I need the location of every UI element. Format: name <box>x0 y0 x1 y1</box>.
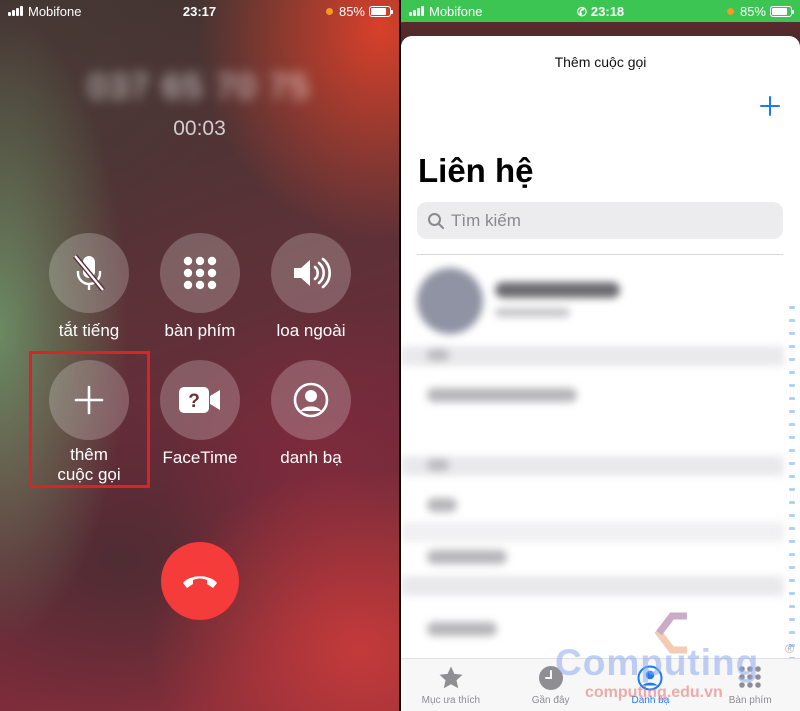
tab-keypad-label: Bàn phím <box>728 695 772 706</box>
mic-off-icon <box>49 233 129 313</box>
caller-number: 037 65 70 75 <box>88 68 311 106</box>
speaker-button[interactable]: loa ngoài <box>256 233 366 341</box>
tab-recents-label: Gần đây <box>531 695 570 706</box>
highlight-box <box>29 351 150 488</box>
section-header <box>401 576 784 596</box>
phone-icon: ✆ <box>576 4 587 19</box>
keypad-label: bàn phím <box>164 321 236 340</box>
tab-favorites[interactable]: Mục ưa thích <box>401 659 501 711</box>
status-bar-in-call[interactable]: Mobifone ✆ 23:18 85% <box>401 0 800 22</box>
search-icon <box>428 212 444 229</box>
my-card-name <box>495 282 620 298</box>
battery-percent: 85% <box>338 3 365 19</box>
contacts-sheet: Thêm cuộc gọi Liên hệ Tìm kiếm Mục ưa th… <box>401 36 800 711</box>
tab-contacts-label: Danh bạ <box>631 695 670 706</box>
facetime-label: FaceTime <box>162 448 238 467</box>
speaker-icon <box>271 233 351 313</box>
privacy-indicator-icon <box>726 7 734 15</box>
battery-percent: 85% <box>739 3 766 19</box>
list-item[interactable] <box>427 498 457 512</box>
facetime-icon: ? <box>160 360 240 440</box>
contacts-icon <box>271 360 351 440</box>
mute-button[interactable]: tắt tiếng <box>34 233 144 341</box>
tab-recents[interactable]: Gần đây <box>501 659 601 711</box>
contacts-label: danh bạ <box>280 448 342 467</box>
search-input[interactable]: Tìm kiếm <box>417 202 783 239</box>
status-time-text: 23:18 <box>590 3 625 19</box>
search-placeholder: Tìm kiếm <box>451 210 521 230</box>
section-header <box>401 346 784 366</box>
call-timer: 00:03 <box>173 117 226 140</box>
svg-text:?: ? <box>188 391 200 412</box>
phone-hangup-icon <box>183 576 217 588</box>
tab-bar: Mục ưa thích Gần đây Danh bạ Bàn phím <box>401 658 800 711</box>
clock-icon <box>537 664 565 692</box>
privacy-indicator-icon <box>325 7 333 15</box>
status-bar: Mobifone 23:17 85% <box>0 0 399 22</box>
list-item[interactable] <box>427 388 577 402</box>
contacts-icon <box>636 664 664 692</box>
battery-info: 85% <box>726 3 794 19</box>
add-contact-button[interactable] <box>758 94 782 118</box>
section-letter <box>427 459 449 471</box>
keypad-icon <box>160 233 240 313</box>
sheet-title: Thêm cuộc gọi <box>554 54 647 70</box>
section-header <box>401 522 784 542</box>
section-header <box>401 456 784 476</box>
battery-icon <box>369 5 393 17</box>
keypad-button[interactable]: bàn phím <box>145 233 255 341</box>
section-letter <box>427 349 449 361</box>
battery-icon <box>770 5 794 17</box>
section-index-bar[interactable] <box>787 306 797 686</box>
page-title: Liên hệ <box>418 152 534 189</box>
keypad-icon <box>736 664 764 692</box>
speaker-label: loa ngoài <box>276 321 346 340</box>
add-call-screen: Mobifone ✆ 23:18 85% Thêm cuộc gọi Liên h… <box>401 0 800 711</box>
avatar <box>417 268 483 334</box>
facetime-button[interactable]: ? FaceTime <box>145 360 255 468</box>
list-item[interactable] <box>427 622 497 636</box>
divider <box>417 254 783 255</box>
mute-label: tắt tiếng <box>58 321 120 340</box>
tab-contacts[interactable]: Danh bạ <box>601 659 701 711</box>
in-call-screen: Mobifone 23:17 85% 037 65 70 75 00:03 tắ… <box>0 0 399 711</box>
contact-list[interactable] <box>401 258 800 682</box>
battery-info: 85% <box>325 3 393 19</box>
tab-favorites-label: Mục ưa thích <box>421 695 481 706</box>
end-call-button[interactable] <box>161 542 239 620</box>
star-icon <box>437 664 465 692</box>
list-item[interactable] <box>427 550 507 564</box>
my-card-subtitle <box>495 308 570 317</box>
contacts-button[interactable]: danh bạ <box>256 360 366 468</box>
tab-keypad[interactable]: Bàn phím <box>700 659 800 711</box>
